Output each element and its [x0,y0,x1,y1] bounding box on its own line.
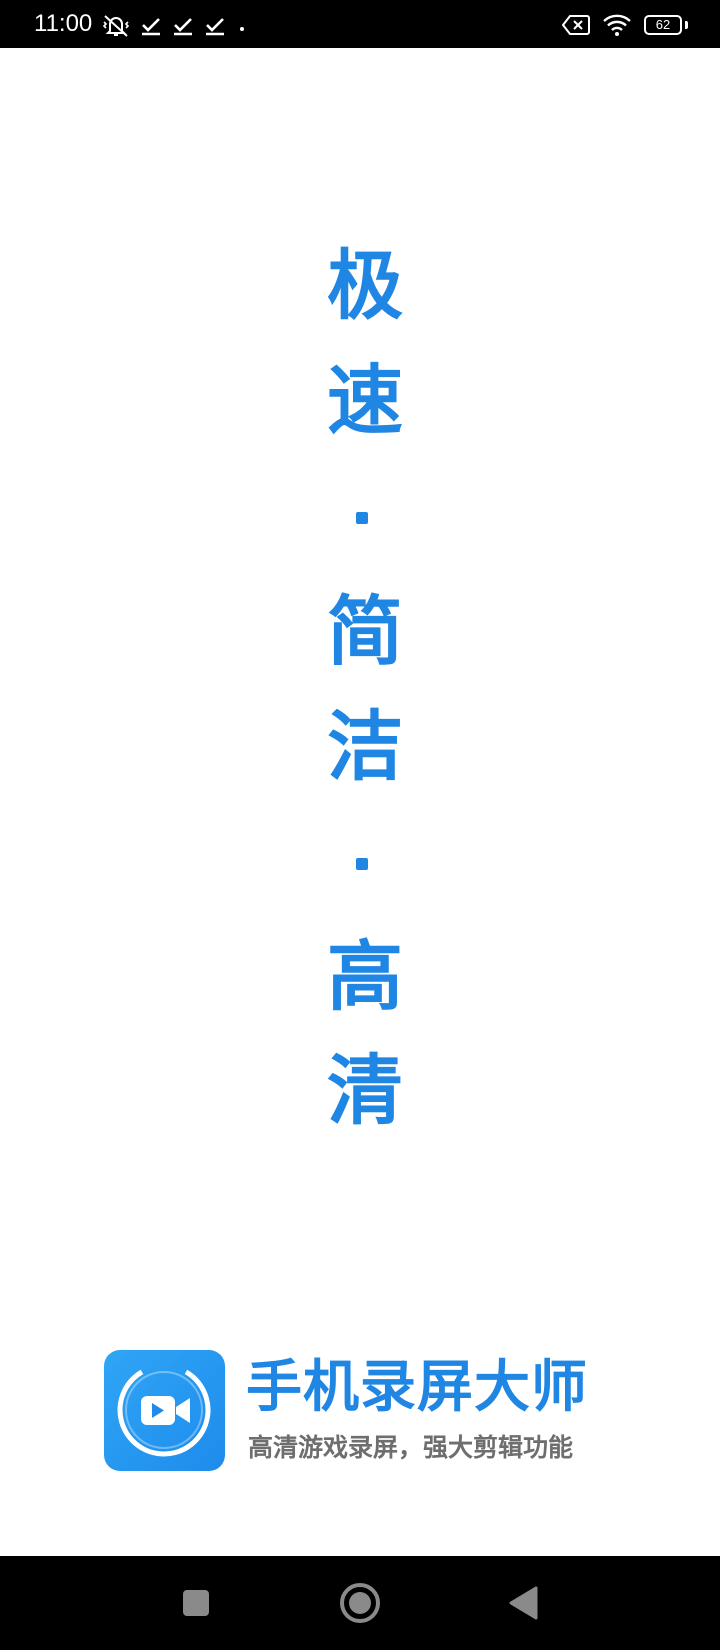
slogan-char-qing: 清 [327,1046,403,1135]
square-icon [183,1590,209,1616]
no-sim-icon [562,15,590,35]
status-bar: 11:00 62 [0,0,720,48]
app-name: 手机录屏大师 [246,1355,588,1420]
check-notification-icon [142,18,160,36]
back-button[interactable] [488,1556,558,1650]
video-camera-icon [117,1363,211,1457]
slogan-char-jie: 洁 [327,702,403,791]
slogan-char-su: 速 [327,356,403,445]
app-tagline: 高清游戏录屏，强大剪辑功能 [248,1433,574,1462]
status-icons-left [102,12,258,40]
status-icons-right: 62 [550,11,688,39]
slogan-separator-dot [356,858,368,870]
home-button[interactable] [322,1556,398,1650]
mute-vibrate-icon [102,15,130,37]
slogan-char-gao: 高 [327,932,403,1021]
slogan: 极 速 简 洁 高 清 [0,48,720,1556]
dot-icon [240,27,244,31]
wifi-icon [603,14,631,36]
status-time: 11:00 [34,10,93,37]
check-notification-icon [174,18,192,36]
slogan-char-jian: 简 [327,587,403,676]
splash-screen: 极 速 简 洁 高 清 手机录屏大师 高清游戏录屏，强大剪辑功能 [0,48,720,1556]
slogan-char-ji: 极 [327,241,403,330]
brand-block: 手机录屏大师 高清游戏录屏，强大剪辑功能 [104,1350,624,1472]
app-icon [104,1350,225,1471]
back-triangle-icon [509,1586,538,1620]
battery-level: 62 [655,17,671,32]
slogan-separator-dot [356,512,368,524]
check-notification-icon [206,18,224,36]
home-circle-icon [340,1583,380,1623]
recents-button[interactable] [160,1556,232,1650]
battery-icon: 62 [644,15,688,35]
navigation-bar [0,1556,720,1650]
